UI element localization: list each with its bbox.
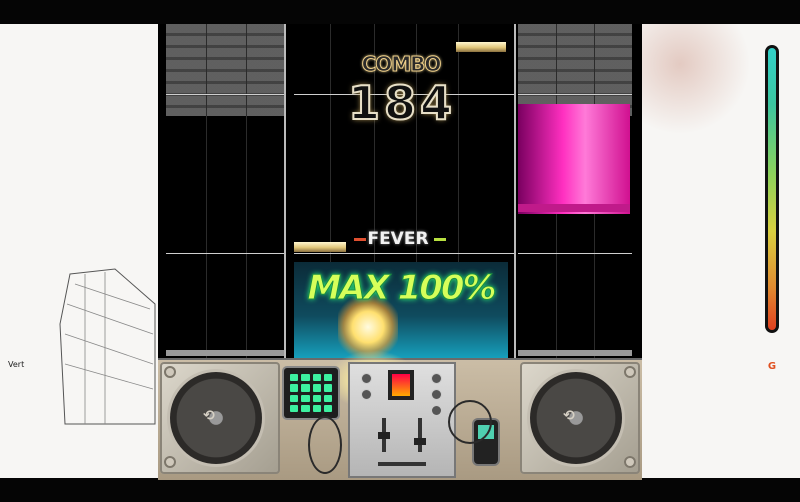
combo-count: 184 [347, 75, 457, 131]
turntable-knob[interactable] [164, 366, 176, 378]
cable [308, 416, 342, 474]
drum-pad-icon[interactable] [284, 368, 338, 418]
measure-line [294, 253, 514, 254]
gauge-fill [768, 48, 776, 330]
lane-beam-right [518, 24, 632, 116]
mixer-knob[interactable] [362, 374, 371, 383]
logo-icon: ⟲ [203, 408, 215, 424]
playfield: COMBO 184 FEVER MAX 100% [158, 24, 642, 360]
combo-label: COMBO [361, 52, 442, 77]
judge-line [166, 350, 284, 356]
turntable-left-icon[interactable]: ⟲ [160, 362, 280, 474]
mixer-knob[interactable] [362, 390, 371, 399]
letterbox-top [0, 0, 800, 24]
turntable-knob[interactable] [624, 366, 636, 378]
long-note [518, 104, 630, 214]
groove-gauge: G [765, 45, 779, 372]
measure-line [166, 94, 284, 95]
gauge-grade-mark: G [767, 361, 777, 372]
judge-line [518, 350, 632, 356]
turntable-right-icon[interactable]: ⟲ [520, 362, 640, 474]
lane-beam-left [166, 24, 284, 116]
cable [448, 400, 492, 444]
note [294, 242, 346, 252]
channel-fader[interactable] [378, 418, 390, 452]
note [456, 42, 506, 52]
lane-edge [514, 24, 516, 360]
mixer-screen [388, 370, 414, 400]
mixer-knob[interactable] [432, 374, 441, 383]
channel-fader[interactable] [414, 418, 426, 452]
fever-label: FEVER [367, 229, 429, 249]
measure-line [518, 94, 632, 95]
fever-status: MAX 100% [307, 268, 497, 309]
fever-accent-right [434, 238, 446, 241]
lane-edge [284, 24, 286, 360]
turntable-knob[interactable] [164, 456, 176, 468]
lane-divider [206, 24, 207, 360]
mixer-knob[interactable] [432, 390, 441, 399]
turntable-knob[interactable] [624, 456, 636, 468]
lane-divider [246, 24, 247, 360]
long-note-end [518, 204, 630, 212]
crossfader[interactable] [378, 462, 426, 466]
measure-line [518, 253, 632, 254]
mixer-icon[interactable] [348, 362, 456, 478]
side-label: Vert [8, 360, 25, 369]
logo-icon: ⟲ [563, 408, 575, 424]
building-sketch-icon [59, 268, 156, 425]
letterbox-bottom [0, 478, 800, 502]
mixer-knob[interactable] [432, 406, 441, 415]
measure-line [166, 253, 284, 254]
